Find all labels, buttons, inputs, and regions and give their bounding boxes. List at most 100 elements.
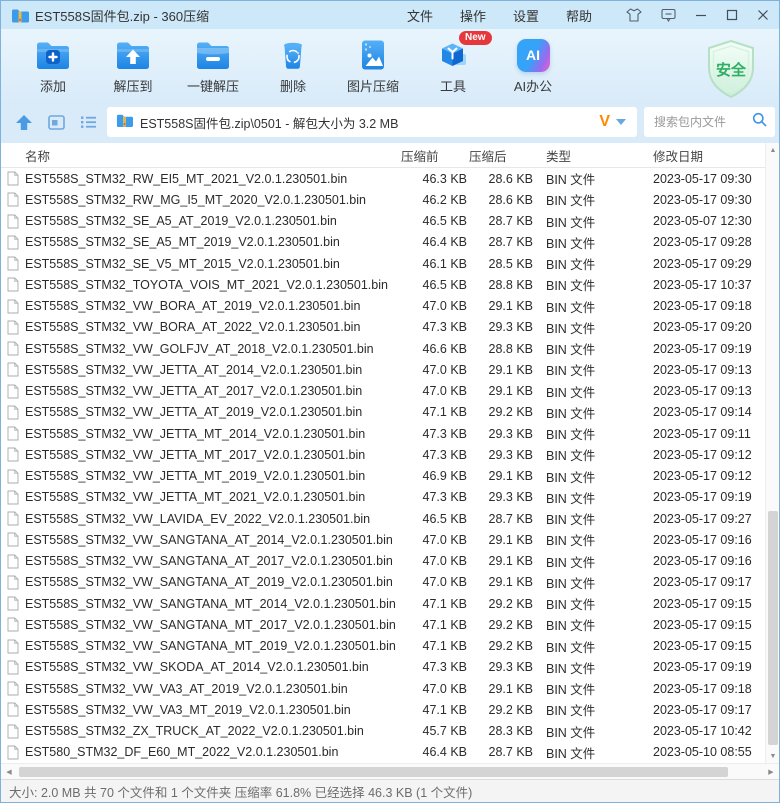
- table-row[interactable]: EST558S_STM32_SE_A5_MT_2019_V2.0.1.23050…: [1, 232, 765, 253]
- scroll-right-icon[interactable]: ▶: [763, 764, 779, 780]
- file-icon: [7, 235, 25, 250]
- size-before: 46.9 KB: [401, 469, 467, 483]
- modified-date: 2023-05-17 09:15: [629, 639, 765, 653]
- table-row[interactable]: EST558S_STM32_SE_V5_MT_2015_V2.0.1.23050…: [1, 253, 765, 274]
- address-dropdown-icon[interactable]: [616, 119, 626, 125]
- feedback-icon[interactable]: [661, 8, 676, 22]
- table-row[interactable]: EST580_STM32_DF_E60_MT_2022_V2.0.1.23050…: [1, 742, 765, 763]
- table-row[interactable]: EST558S_STM32_VW_JETTA_MT_2021_V2.0.1.23…: [1, 487, 765, 508]
- column-date[interactable]: 修改日期: [629, 146, 765, 165]
- table-row[interactable]: EST558S_STM32_RW_EI5_MT_2021_V2.0.1.2305…: [1, 168, 765, 189]
- column-type[interactable]: 类型: [533, 146, 629, 165]
- size-after: 28.6 KB: [467, 193, 533, 207]
- table-row[interactable]: EST558S_STM32_VW_SANGTANA_MT_2019_V2.0.1…: [1, 636, 765, 657]
- table-row[interactable]: EST558S_STM32_VW_JETTA_AT_2019_V2.0.1.23…: [1, 402, 765, 423]
- menu-actions[interactable]: 操作: [460, 6, 486, 25]
- table-row[interactable]: EST558S_STM32_RW_MG_I5_MT_2020_V2.0.1.23…: [1, 189, 765, 210]
- file-icon: [7, 256, 25, 271]
- table-row[interactable]: EST558S_STM32_VW_VA3_AT_2019_V2.0.1.2305…: [1, 678, 765, 699]
- table-row[interactable]: EST558S_STM32_ZX_TRUCK_AT_2022_V2.0.1.23…: [1, 721, 765, 742]
- menu-settings[interactable]: 设置: [513, 6, 539, 25]
- search-icon[interactable]: [752, 112, 767, 132]
- ai-office-label: AI办公: [514, 76, 552, 95]
- table-row[interactable]: EST558S_STM32_VW_SANGTANA_MT_2014_V2.0.1…: [1, 593, 765, 614]
- scroll-up-icon[interactable]: ▲: [766, 143, 780, 157]
- modified-date: 2023-05-17 09:11: [629, 427, 765, 441]
- view-mode-icon[interactable]: [43, 109, 69, 135]
- file-type: BIN 文件: [533, 403, 629, 422]
- list-view-icon[interactable]: [75, 109, 101, 135]
- one-click-extract-button[interactable]: 一键解压: [173, 29, 253, 101]
- minimize-button[interactable]: [695, 9, 707, 21]
- file-name: EST558S_STM32_VW_BORA_AT_2019_V2.0.1.230…: [25, 299, 360, 313]
- horizontal-scrollbar[interactable]: ◀ ▶: [1, 763, 779, 779]
- table-row[interactable]: EST558S_STM32_VW_LAVIDA_EV_2022_V2.0.1.2…: [1, 508, 765, 529]
- table-row[interactable]: EST558S_STM32_VW_SANGTANA_MT_2017_V2.0.1…: [1, 614, 765, 635]
- file-type: BIN 文件: [533, 679, 629, 698]
- table-row[interactable]: EST558S_STM32_VW_BORA_AT_2019_V2.0.1.230…: [1, 296, 765, 317]
- table-row[interactable]: EST558S_STM32_SE_A5_AT_2019_V2.0.1.23050…: [1, 211, 765, 232]
- up-directory-icon[interactable]: [11, 109, 37, 135]
- tools-button[interactable]: 工具 New: [413, 29, 493, 101]
- table-row[interactable]: EST558S_STM32_VW_BORA_AT_2022_V2.0.1.230…: [1, 317, 765, 338]
- modified-date: 2023-05-17 09:19: [629, 342, 765, 356]
- file-name: EST558S_STM32_VW_GOLFJV_AT_2018_V2.0.1.2…: [25, 342, 374, 356]
- scroll-down-icon[interactable]: ▼: [766, 749, 780, 763]
- file-type: BIN 文件: [533, 594, 629, 613]
- size-before: 47.0 KB: [401, 575, 467, 589]
- modified-date: 2023-05-17 09:17: [629, 575, 765, 589]
- close-button[interactable]: [757, 9, 769, 21]
- safety-shield-badge[interactable]: 安全: [703, 39, 759, 99]
- size-before: 46.6 KB: [401, 342, 467, 356]
- size-before: 46.2 KB: [401, 193, 467, 207]
- image-file-icon: [354, 36, 392, 74]
- scroll-left-icon[interactable]: ◀: [1, 764, 17, 780]
- maximize-button[interactable]: [726, 9, 738, 21]
- theme-shirt-icon[interactable]: [626, 8, 642, 22]
- delete-button[interactable]: 删除: [253, 29, 333, 101]
- table-row[interactable]: EST558S_STM32_VW_GOLFJV_AT_2018_V2.0.1.2…: [1, 338, 765, 359]
- table-row[interactable]: EST558S_STM32_VW_JETTA_MT_2014_V2.0.1.23…: [1, 423, 765, 444]
- size-before: 47.3 KB: [401, 448, 467, 462]
- vertical-scroll-thumb[interactable]: [768, 511, 778, 745]
- menu-file[interactable]: 文件: [407, 6, 433, 25]
- table-row[interactable]: EST558S_STM32_VW_SKODA_AT_2014_V2.0.1.23…: [1, 657, 765, 678]
- horizontal-scroll-thumb[interactable]: [19, 767, 728, 777]
- delete-label: 删除: [280, 76, 306, 95]
- file-type: BIN 文件: [533, 233, 629, 252]
- table-row[interactable]: EST558S_STM32_VW_JETTA_AT_2017_V2.0.1.23…: [1, 381, 765, 402]
- app-window: EST558S固件包.zip - 360压缩 文件 操作 设置 帮助: [0, 0, 780, 803]
- file-name: EST558S_STM32_VW_SANGTANA_AT_2014_V2.0.1…: [25, 533, 393, 547]
- menu-help[interactable]: 帮助: [566, 6, 592, 25]
- table-row[interactable]: EST558S_STM32_VW_JETTA_AT_2014_V2.0.1.23…: [1, 359, 765, 380]
- file-name: EST558S_STM32_VW_SANGTANA_AT_2019_V2.0.1…: [25, 575, 393, 589]
- table-row[interactable]: EST558S_STM32_VW_JETTA_MT_2019_V2.0.1.23…: [1, 466, 765, 487]
- size-after: 29.1 KB: [467, 299, 533, 313]
- add-folder-icon: [34, 36, 72, 74]
- table-row[interactable]: EST558S_STM32_VW_JETTA_MT_2017_V2.0.1.23…: [1, 444, 765, 465]
- table-row[interactable]: EST558S_STM32_VW_VA3_MT_2019_V2.0.1.2305…: [1, 699, 765, 720]
- vertical-scrollbar[interactable]: ▲ ▼: [765, 143, 779, 763]
- table-row[interactable]: EST558S_STM32_VW_SANGTANA_AT_2019_V2.0.1…: [1, 572, 765, 593]
- modified-date: 2023-05-10 08:55: [629, 745, 765, 759]
- address-zip-icon: [116, 113, 133, 132]
- file-type: BIN 文件: [533, 467, 629, 486]
- file-type: BIN 文件: [533, 297, 629, 316]
- size-after: 29.1 KB: [467, 533, 533, 547]
- table-row[interactable]: EST558S_STM32_TOYOTA_VOIS_MT_2021_V2.0.1…: [1, 274, 765, 295]
- table-row[interactable]: EST558S_STM32_VW_SANGTANA_AT_2017_V2.0.1…: [1, 551, 765, 572]
- add-button[interactable]: 添加: [13, 29, 93, 101]
- table-row[interactable]: EST558S_STM32_VW_SANGTANA_AT_2014_V2.0.1…: [1, 529, 765, 550]
- file-type: BIN 文件: [533, 488, 629, 507]
- image-compress-button[interactable]: 图片压缩: [333, 29, 413, 101]
- search-input[interactable]: [652, 114, 752, 130]
- column-name[interactable]: 名称: [25, 146, 401, 165]
- extract-to-button[interactable]: 解压到: [93, 29, 173, 101]
- address-bar[interactable]: EST558S固件包.zip\0501 - 解包大小为 3.2 MB V: [107, 107, 637, 137]
- file-icon: [7, 320, 25, 335]
- ai-office-button[interactable]: AI AI办公: [493, 29, 573, 101]
- column-size-after[interactable]: 压缩后: [467, 146, 533, 165]
- file-icon: [7, 660, 25, 675]
- column-size-before[interactable]: 压缩前: [401, 146, 467, 165]
- size-after: 29.2 KB: [467, 597, 533, 611]
